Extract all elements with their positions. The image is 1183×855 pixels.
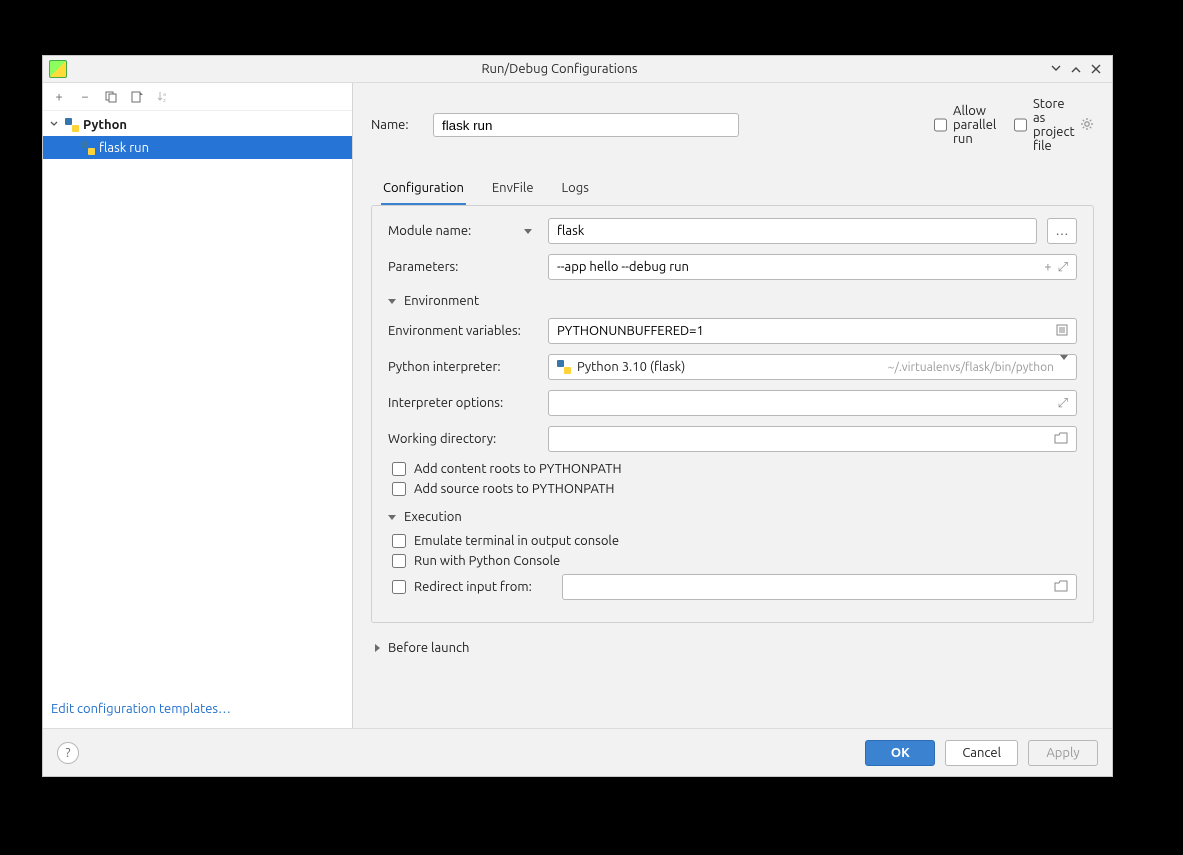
redirect-input-checkbox[interactable]: [392, 580, 406, 594]
folder-icon[interactable]: [1048, 432, 1068, 447]
copy-config-button[interactable]: [103, 89, 119, 105]
expand-icon[interactable]: ⤢: [1052, 396, 1068, 411]
cancel-button[interactable]: Cancel: [945, 740, 1018, 766]
sidebar-toolbar: + − az: [43, 83, 352, 111]
module-label-dropdown[interactable]: Module name:: [388, 224, 538, 238]
name-input[interactable]: [433, 113, 739, 137]
run-python-console-checkbox[interactable]: Run with Python Console: [392, 554, 1077, 568]
add-config-button[interactable]: +: [51, 89, 67, 105]
tree-item-flask-run[interactable]: flask run: [43, 136, 352, 159]
chevron-down-icon: [388, 515, 396, 520]
working-dir-label: Working directory:: [388, 432, 538, 446]
add-source-roots-checkbox[interactable]: Add source roots to PYTHONPATH: [392, 482, 1077, 496]
save-config-button[interactable]: [129, 89, 145, 105]
svg-text:z: z: [163, 97, 166, 104]
chevron-down-icon: [388, 299, 396, 304]
add-content-roots-checkbox[interactable]: Add content roots to PYTHONPATH: [392, 462, 1077, 476]
python-icon: [557, 360, 571, 374]
chevron-down-icon: [524, 229, 532, 234]
execution-section-header[interactable]: Execution: [388, 510, 1077, 524]
interpreter-dropdown[interactable]: Python 3.10 (flask) ~/.virtualenvs/flask…: [548, 354, 1077, 380]
close-button[interactable]: [1086, 59, 1106, 79]
env-vars-row: Environment variables:: [388, 318, 1077, 344]
allow-parallel-checkbox[interactable]: Allow parallel run: [934, 104, 980, 146]
folder-icon[interactable]: [1048, 580, 1068, 595]
edit-templates-link[interactable]: Edit configuration templates…: [43, 694, 352, 728]
chevron-down-icon: [1054, 360, 1068, 374]
pycharm-icon: [49, 60, 67, 78]
tab-logs[interactable]: Logs: [560, 175, 591, 206]
interpreter-label: Python interpreter:: [388, 360, 538, 374]
tree-item-label: flask run: [99, 141, 149, 155]
module-name-row: Module name: …: [388, 218, 1077, 244]
store-project-checkbox[interactable]: Store as project file: [1014, 97, 1060, 153]
module-browse-button[interactable]: …: [1047, 218, 1077, 244]
interp-options-label: Interpreter options:: [388, 396, 538, 410]
redirect-input-row: Redirect input from:: [392, 574, 1077, 600]
maximize-button[interactable]: [1066, 59, 1086, 79]
sort-config-button[interactable]: az: [155, 89, 171, 105]
tree-category-python[interactable]: Python: [43, 113, 352, 136]
name-row: Name: Allow parallel run Store as projec…: [371, 97, 1094, 153]
ok-button[interactable]: OK: [865, 740, 935, 766]
expand-icon[interactable]: ⤢: [1052, 260, 1068, 275]
dialog-footer: ? OK Cancel Apply: [43, 728, 1112, 776]
interp-options-row: Interpreter options: ⤢: [388, 390, 1077, 416]
parameters-label: Parameters:: [388, 260, 538, 274]
run-debug-dialog: Run/Debug Configurations + − az Python: [42, 55, 1113, 777]
dialog-body: + − az Python flask run Edit configurati…: [43, 82, 1112, 728]
python-icon: [81, 141, 95, 155]
env-vars-label: Environment variables:: [388, 324, 538, 338]
titlebar: Run/Debug Configurations: [43, 56, 1112, 82]
chevron-down-icon: [49, 118, 61, 132]
sidebar: + − az Python flask run Edit configurati…: [43, 83, 353, 728]
working-dir-row: Working directory:: [388, 426, 1077, 452]
python-icon: [65, 118, 79, 132]
remove-config-button[interactable]: −: [77, 89, 93, 105]
name-label: Name:: [371, 118, 417, 132]
chevron-right-icon: [375, 644, 380, 652]
tab-configuration[interactable]: Configuration: [381, 175, 466, 206]
tab-envfile[interactable]: EnvFile: [490, 175, 536, 206]
configuration-panel: Module name: … Parameters: + ⤢: [371, 205, 1094, 623]
environment-section-header[interactable]: Environment: [388, 294, 1077, 308]
working-dir-input[interactable]: [548, 426, 1077, 452]
config-tree[interactable]: Python flask run: [43, 111, 352, 694]
apply-button: Apply: [1028, 740, 1098, 766]
help-button[interactable]: ?: [57, 742, 79, 764]
before-launch-section[interactable]: Before launch: [375, 641, 1094, 655]
parameters-row: Parameters: + ⤢: [388, 254, 1077, 280]
tree-category-label: Python: [83, 118, 127, 132]
redirect-input-field[interactable]: [562, 574, 1077, 600]
main-panel: Name: Allow parallel run Store as projec…: [353, 83, 1112, 728]
window-title: Run/Debug Configurations: [73, 62, 1046, 76]
gear-icon[interactable]: [1080, 117, 1094, 134]
interpreter-row: Python interpreter: Python 3.10 (flask) …: [388, 354, 1077, 380]
tabs: Configuration EnvFile Logs: [371, 175, 1094, 206]
list-icon[interactable]: [1050, 324, 1068, 339]
interpreter-path: ~/.virtualenvs/flask/bin/python: [888, 361, 1054, 374]
interp-options-input[interactable]: ⤢: [548, 390, 1077, 416]
emulate-terminal-checkbox[interactable]: Emulate terminal in output console: [392, 534, 1077, 548]
plus-icon[interactable]: +: [1038, 260, 1051, 274]
parameters-input[interactable]: + ⤢: [548, 254, 1077, 280]
module-name-input[interactable]: [548, 218, 1037, 244]
env-vars-input[interactable]: [548, 318, 1077, 344]
minimize-button[interactable]: [1046, 59, 1066, 79]
